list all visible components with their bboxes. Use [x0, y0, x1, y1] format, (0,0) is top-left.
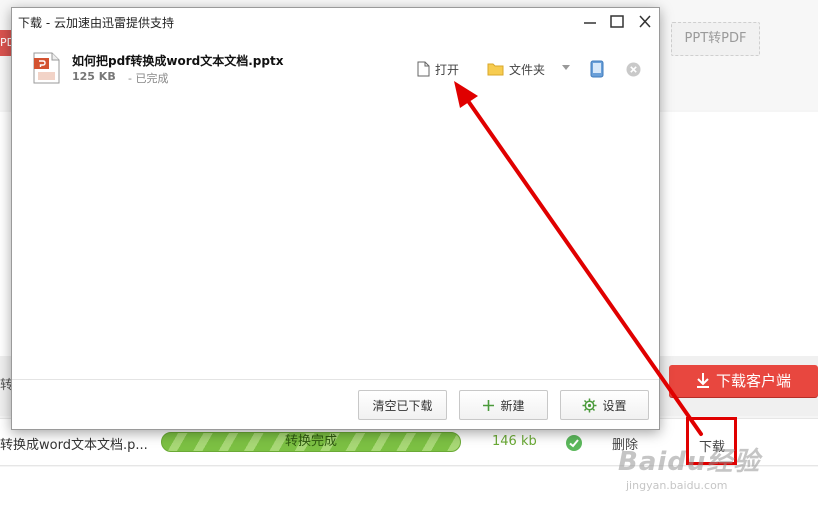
settings-button[interactable]: 设置: [560, 390, 649, 420]
phone-icon[interactable]: [590, 60, 604, 78]
folder-icon: [487, 63, 504, 76]
ppt-to-pdf-button[interactable]: PPT转PDF: [671, 22, 760, 56]
open-folder-button[interactable]: 文件夹: [487, 60, 545, 78]
maximize-icon[interactable]: [606, 12, 628, 32]
open-file-button[interactable]: 打开: [417, 60, 459, 78]
check-circle-icon: [566, 435, 582, 451]
close-icon[interactable]: [634, 12, 656, 32]
clear-downloaded-label: 清空已下载: [372, 398, 433, 413]
download-file-name: 如何把pdf转换成word文本文档.pptx: [72, 54, 284, 68]
dialog-title: 下载 - 云加速由迅雷提供支持: [18, 16, 174, 30]
plus-icon: [483, 399, 495, 411]
download-status: - 已完成: [128, 72, 169, 85]
download-file-size: 125 KB: [72, 70, 116, 83]
conversion-progress-text: 转换完成: [284, 434, 337, 449]
download-arrow-icon: [696, 373, 709, 388]
new-download-button[interactable]: 新建: [459, 390, 548, 420]
open-folder-label: 文件夹: [509, 62, 546, 77]
conversion-file-name: 转换成word文本文档.p...: [0, 438, 148, 453]
minimize-icon[interactable]: [579, 12, 601, 32]
download-client-label: 下载客户端: [715, 372, 791, 390]
new-download-label: 新建: [500, 398, 525, 413]
download-client-button[interactable]: 下载客户端: [669, 365, 818, 397]
chevron-down-icon[interactable]: [562, 65, 570, 71]
watermark-url: jingyan.baidu.com: [626, 479, 728, 492]
ppt-file-icon: [33, 52, 60, 84]
download-dialog: 下载 - 云加速由迅雷提供支持 如何把pdf转换成word文本文档.pptx 1…: [11, 7, 660, 430]
gear-icon: [582, 398, 597, 412]
baidu-watermark: Baidu经验 jingyan.baidu.com: [618, 441, 761, 492]
settings-label: 设置: [602, 398, 627, 413]
watermark-brand: Baidu经验: [618, 447, 761, 477]
dialog-titlebar[interactable]: 下载 - 云加速由迅雷提供支持: [12, 8, 659, 36]
remove-item-icon[interactable]: [626, 62, 641, 77]
conversion-file-size: 146 kb: [492, 434, 537, 449]
document-icon: [417, 61, 430, 77]
open-file-label: 打开: [435, 62, 460, 77]
dialog-footer-divider: [12, 379, 659, 380]
clear-downloaded-button[interactable]: 清空已下载: [358, 390, 447, 420]
